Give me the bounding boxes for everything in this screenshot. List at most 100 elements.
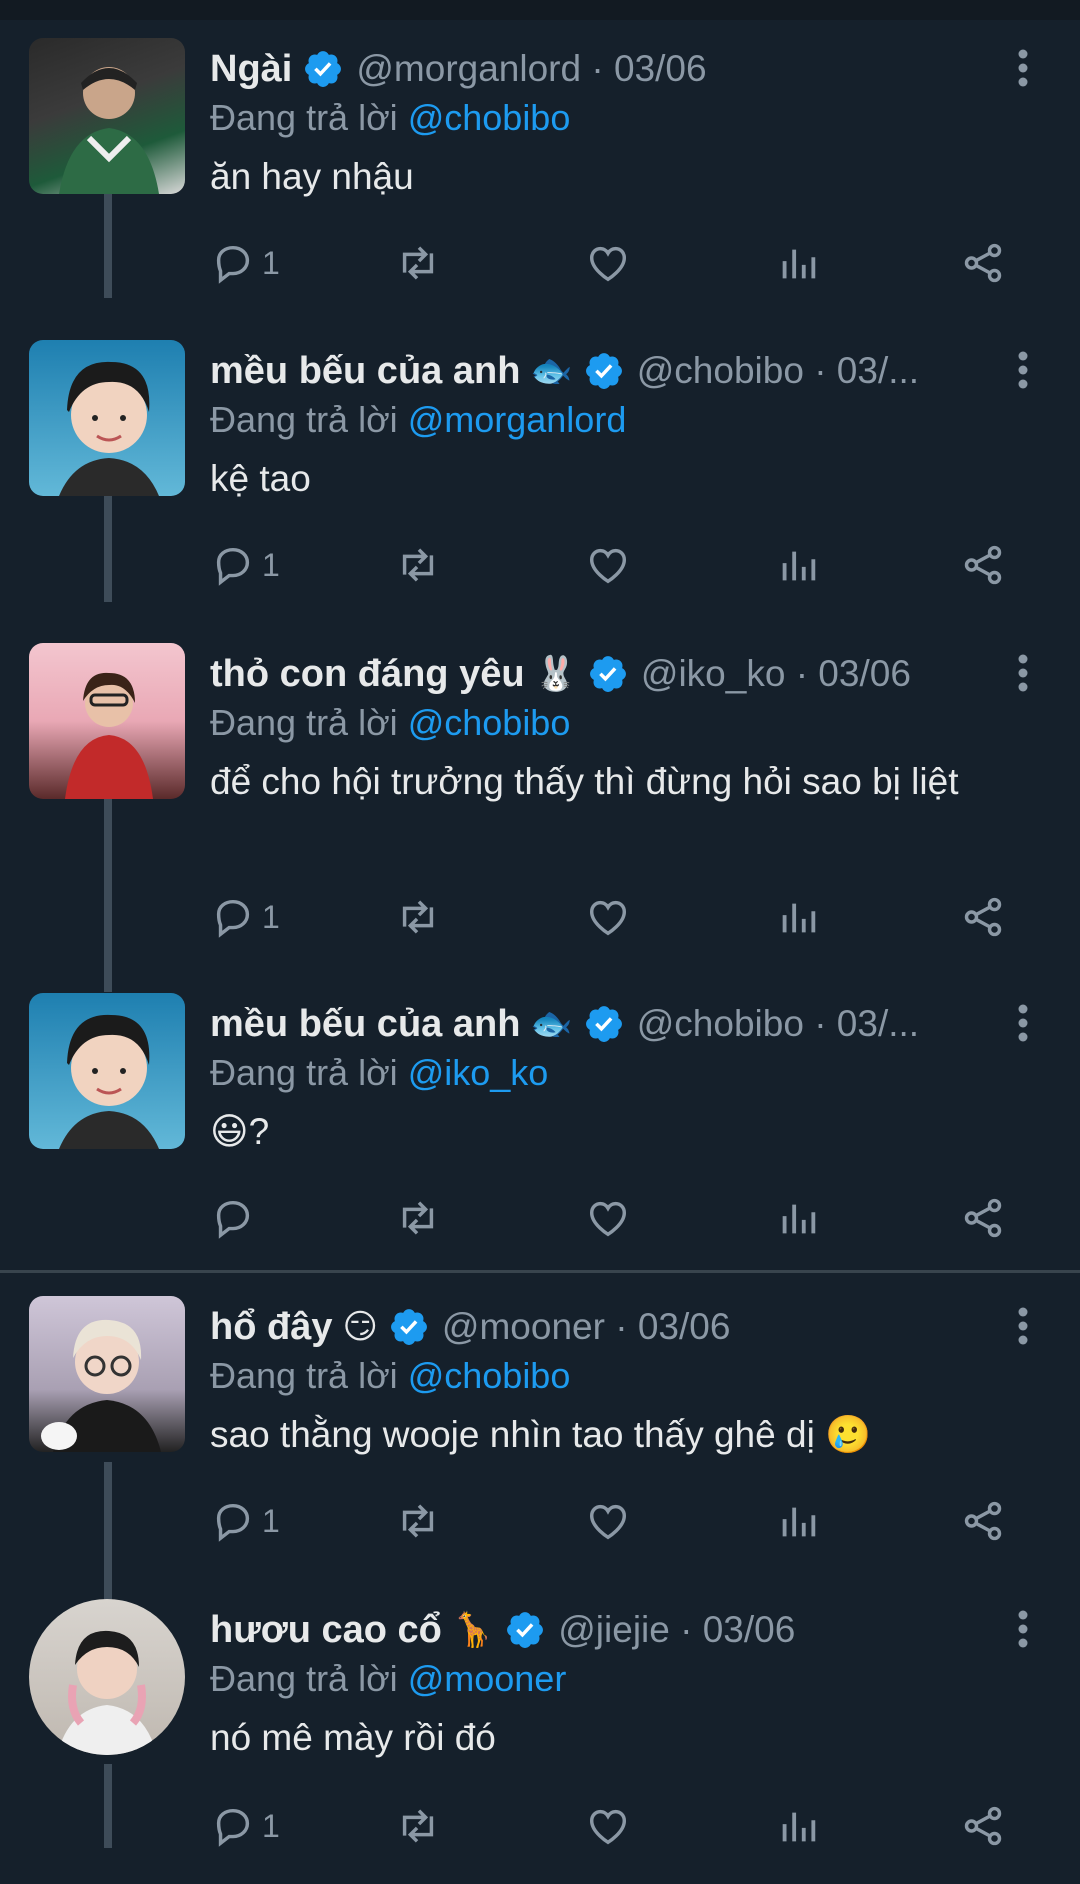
more-options-icon[interactable] bbox=[1016, 653, 1030, 693]
share-button[interactable] bbox=[960, 1803, 1006, 1849]
like-button[interactable] bbox=[585, 1195, 631, 1241]
retweet-button[interactable] bbox=[395, 894, 441, 940]
reply-mention-link[interactable]: @chobibo bbox=[408, 1355, 571, 1396]
retweet-button[interactable] bbox=[395, 1498, 441, 1544]
tweet[interactable]: thỏ con đáng yêu 🐰 @iko_ko · 03/06 Đang … bbox=[0, 625, 1080, 975]
reply-button[interactable]: 1 bbox=[210, 894, 280, 940]
avatar[interactable] bbox=[29, 1599, 185, 1755]
like-button[interactable] bbox=[585, 542, 631, 588]
more-options-icon[interactable] bbox=[1016, 1306, 1030, 1346]
reply-mention-link[interactable]: @chobibo bbox=[408, 97, 571, 138]
handle-and-date[interactable]: @chobibo · 03/... bbox=[637, 350, 919, 392]
reply-count: 1 bbox=[262, 1502, 280, 1539]
tweet-header: hươu cao cổ 🦒 @jiejie · 03/06 bbox=[210, 1605, 1010, 1655]
name-emoji: 🐟 bbox=[530, 1005, 573, 1043]
tweet-text: để cho hội trưởng thấy thì đừng hỏi sao … bbox=[210, 761, 959, 802]
replying-to: Đang trả lời @iko_ko bbox=[210, 1052, 548, 1094]
reply-prefix: Đang trả lời bbox=[210, 702, 398, 743]
more-options-icon[interactable] bbox=[1016, 1003, 1030, 1043]
reply-button[interactable]: 1 bbox=[210, 1803, 280, 1849]
analytics-icon bbox=[782, 1507, 816, 1537]
reply-mention-link[interactable]: @morganlord bbox=[408, 399, 627, 440]
like-button[interactable] bbox=[585, 1803, 631, 1849]
share-button[interactable] bbox=[960, 894, 1006, 940]
reply-mention-link[interactable]: @iko_ko bbox=[408, 1052, 549, 1093]
reply-count: 1 bbox=[262, 898, 280, 935]
display-name[interactable]: Ngài bbox=[210, 48, 292, 91]
display-name[interactable]: hổ đây bbox=[210, 1306, 332, 1349]
reply-count: 1 bbox=[262, 1807, 280, 1844]
tweet-header: thỏ con đáng yêu 🐰 @iko_ko · 03/06 bbox=[210, 649, 1010, 699]
like-button[interactable] bbox=[585, 240, 631, 286]
tweet-header: Ngài @morganlord · 03/06 bbox=[210, 44, 1010, 94]
reply-button[interactable]: 1 bbox=[210, 542, 280, 588]
display-name[interactable]: hươu cao cổ bbox=[210, 1609, 442, 1652]
handle-and-date[interactable]: @chobibo · 03/... bbox=[637, 1003, 919, 1045]
tweet-actions: 1 bbox=[210, 1498, 1010, 1548]
share-button[interactable] bbox=[960, 1195, 1006, 1241]
share-button[interactable] bbox=[960, 542, 1006, 588]
tweet[interactable]: hổ đây 😏 @mooner · 03/06 Đang trả lời @c… bbox=[0, 1278, 1080, 1581]
retweet-button[interactable] bbox=[395, 1803, 441, 1849]
heart-icon bbox=[589, 1809, 627, 1845]
reply-prefix: Đang trả lời bbox=[210, 1355, 398, 1396]
views-button[interactable] bbox=[775, 1803, 821, 1849]
reply-prefix: Đang trả lời bbox=[210, 1052, 398, 1093]
share-icon bbox=[964, 243, 1002, 283]
heart-icon bbox=[589, 900, 627, 936]
avatar[interactable] bbox=[29, 340, 185, 496]
views-button[interactable] bbox=[775, 1498, 821, 1544]
share-icon bbox=[964, 1806, 1002, 1846]
analytics-icon bbox=[782, 903, 816, 933]
views-button[interactable] bbox=[775, 240, 821, 286]
handle-and-date[interactable]: @mooner · 03/06 bbox=[442, 1306, 730, 1348]
verified-badge-icon bbox=[390, 1309, 427, 1345]
display-name[interactable]: mều bếu của anh bbox=[210, 350, 520, 393]
more-options-icon[interactable] bbox=[1016, 350, 1030, 390]
avatar[interactable] bbox=[29, 1296, 185, 1452]
analytics-icon bbox=[782, 249, 816, 279]
reply-mention-link[interactable]: @mooner bbox=[408, 1658, 567, 1699]
replying-to: Đang trả lời @chobibo bbox=[210, 1355, 570, 1397]
reply-icon bbox=[216, 245, 250, 284]
avatar[interactable] bbox=[29, 38, 185, 194]
retweet-button[interactable] bbox=[395, 542, 441, 588]
reply-button[interactable] bbox=[210, 1195, 262, 1241]
reply-mention-link[interactable]: @chobibo bbox=[408, 702, 571, 743]
handle-and-date[interactable]: @jiejie · 03/06 bbox=[558, 1609, 795, 1651]
tweet[interactable]: hươu cao cổ 🦒 @jiejie · 03/06 Đang trả l… bbox=[0, 1581, 1080, 1884]
tweet-text: ăn hay nhậu bbox=[210, 156, 414, 197]
tweet-text: kệ tao bbox=[210, 458, 311, 499]
reply-button[interactable]: 1 bbox=[210, 1498, 280, 1544]
tweet[interactable]: mều bếu của anh 🐟 @chobibo · 03/... Đang… bbox=[0, 975, 1080, 1278]
reply-button[interactable]: 1 bbox=[210, 240, 280, 286]
reply-count: 1 bbox=[262, 546, 280, 583]
like-button[interactable] bbox=[585, 1498, 631, 1544]
replying-to: Đang trả lời @chobibo bbox=[210, 702, 570, 744]
like-button[interactable] bbox=[585, 894, 631, 940]
avatar[interactable] bbox=[29, 643, 185, 799]
reply-icon bbox=[216, 1808, 250, 1847]
share-icon bbox=[964, 545, 1002, 585]
avatar[interactable] bbox=[29, 993, 185, 1149]
handle-and-date[interactable]: @morganlord · 03/06 bbox=[356, 48, 706, 90]
handle-and-date[interactable]: @iko_ko · 03/06 bbox=[641, 653, 911, 695]
share-button[interactable] bbox=[960, 1498, 1006, 1544]
views-button[interactable] bbox=[775, 894, 821, 940]
display-name[interactable]: mều bếu của anh bbox=[210, 1003, 520, 1046]
views-button[interactable] bbox=[775, 542, 821, 588]
tweet-actions: 1 bbox=[210, 542, 1010, 592]
more-options-icon[interactable] bbox=[1016, 1609, 1030, 1649]
reply-prefix: Đang trả lời bbox=[210, 399, 398, 440]
retweet-button[interactable] bbox=[395, 1195, 441, 1241]
tweet[interactable]: mều bếu của anh 🐟 @chobibo · 03/... Đang… bbox=[0, 322, 1080, 625]
share-icon bbox=[964, 1198, 1002, 1238]
name-emoji: 😏 bbox=[342, 1308, 378, 1346]
views-button[interactable] bbox=[775, 1195, 821, 1241]
tweet[interactable]: Ngài @morganlord · 03/06 Đang trả lời @c… bbox=[0, 20, 1080, 323]
share-button[interactable] bbox=[960, 240, 1006, 286]
retweet-button[interactable] bbox=[395, 240, 441, 286]
display-name[interactable]: thỏ con đáng yêu bbox=[210, 653, 525, 696]
heart-icon bbox=[589, 1504, 627, 1540]
more-options-icon[interactable] bbox=[1016, 48, 1030, 88]
